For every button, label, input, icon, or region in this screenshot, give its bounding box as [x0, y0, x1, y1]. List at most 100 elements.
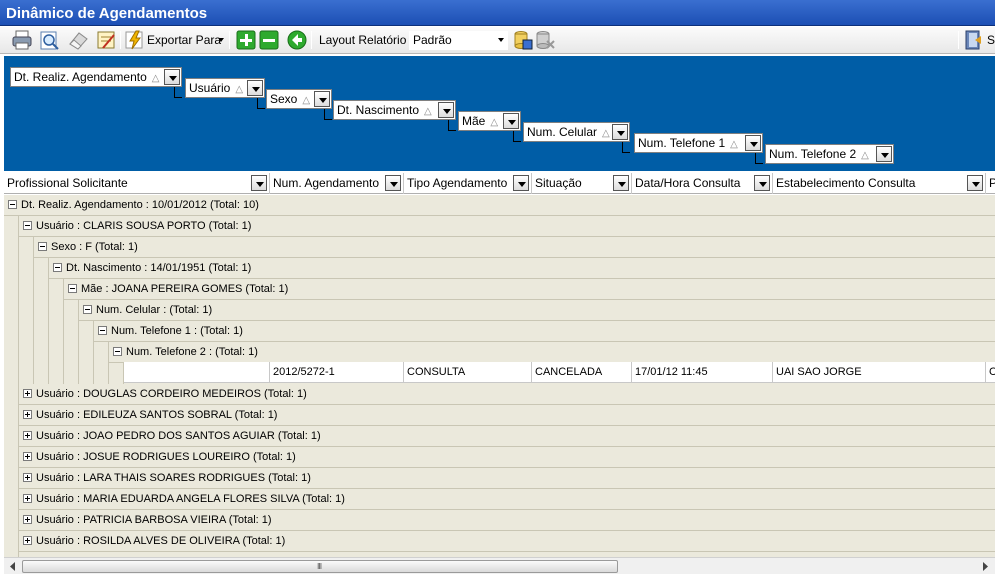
column-tipo-agendamento[interactable]: Tipo Agendamento	[404, 173, 532, 194]
remove-icon[interactable]	[258, 29, 280, 51]
collapse-icon[interactable]	[38, 242, 47, 251]
export-chevron-down-icon[interactable]	[218, 38, 224, 42]
cell-num-agendamento[interactable]: 2012/5272-1	[270, 362, 404, 383]
save-db-icon[interactable]	[512, 29, 534, 51]
cell-extra[interactable]: C	[986, 362, 995, 383]
group-row[interactable]: Mãe : JOANA PEREIRA GOMES (Total: 1)	[64, 279, 995, 300]
cell-situacao[interactable]: CANCELADA	[532, 362, 632, 383]
export-menu-button[interactable]: Exportar Para	[147, 33, 221, 47]
column-num-agendamento[interactable]: Num. Agendamento	[270, 173, 404, 194]
toolbar: Exportar Para Layout Relatório Padrão S	[0, 27, 995, 54]
group-row[interactable]: Usuário : DOUGLAS CORDEIRO MEDEIROS (Tot…	[19, 384, 995, 405]
expand-icon[interactable]	[23, 431, 32, 440]
exit-label[interactable]: S	[987, 33, 995, 47]
group-row[interactable]: Usuário : ROSILDA ALVES DE OLIVEIRA (Tot…	[19, 531, 995, 552]
sort-asc-icon: △	[490, 117, 499, 128]
dropdown-button[interactable]	[438, 102, 454, 118]
group-mae[interactable]: Mãe △	[458, 111, 521, 131]
collapse-icon[interactable]	[98, 326, 107, 335]
group-row[interactable]: Num. Telefone 1 : (Total: 1)	[94, 321, 995, 342]
dropdown-button[interactable]	[503, 113, 519, 129]
filter-dropdown-button[interactable]	[754, 175, 770, 191]
expand-icon[interactable]	[23, 410, 32, 419]
scroll-left-button[interactable]	[5, 559, 21, 574]
group-row[interactable]: Usuário : CLARIS SOUSA PORTO (Total: 1)	[19, 216, 995, 237]
group-dt-realiz-agendamento[interactable]: Dt. Realiz. Agendamento △	[10, 67, 182, 87]
group-row[interactable]: Dt. Nascimento : 14/01/1951 (Total: 1)	[49, 258, 995, 279]
delete-db-icon[interactable]	[534, 29, 556, 51]
group-row[interactable]: Num. Celular : (Total: 1)	[79, 300, 995, 321]
dropdown-button[interactable]	[247, 80, 263, 96]
group-num-celular[interactable]: Num. Celular △	[523, 122, 630, 142]
collapse-icon[interactable]	[53, 263, 62, 272]
group-sexo[interactable]: Sexo △	[266, 89, 332, 109]
add-icon[interactable]	[235, 29, 257, 51]
filter-dropdown-button[interactable]	[251, 175, 267, 191]
scroll-right-button[interactable]	[977, 559, 993, 574]
scrollbar-thumb[interactable]: III	[22, 560, 618, 573]
expand-icon[interactable]	[23, 494, 32, 503]
expand-icon[interactable]	[23, 536, 32, 545]
collapse-icon[interactable]	[83, 305, 92, 314]
preview-icon[interactable]	[38, 29, 60, 51]
group-dt-nascimento[interactable]: Dt. Nascimento △	[333, 100, 456, 120]
printer-icon[interactable]	[11, 29, 33, 51]
cell-tipo[interactable]: CONSULTA	[404, 362, 532, 383]
lightning-icon[interactable]	[124, 29, 146, 51]
group-num-telefone-2[interactable]: Num. Telefone 2 △	[765, 144, 894, 164]
dropdown-button[interactable]	[164, 69, 180, 85]
back-icon[interactable]	[286, 29, 308, 51]
collapse-icon[interactable]	[8, 200, 17, 209]
edit-form-icon[interactable]	[95, 29, 117, 51]
expand-icon[interactable]	[23, 452, 32, 461]
group-row[interactable]: Usuário : MARIA EDUARDA ANGELA FLORES SI…	[19, 489, 995, 510]
sort-asc-icon: △	[861, 150, 869, 161]
dropdown-button[interactable]	[876, 146, 892, 162]
layout-label: Layout Relatório	[319, 33, 407, 47]
table-row[interactable]: 2012/5272-1 CONSULTA CANCELADA 17/01/12 …	[124, 362, 995, 383]
dropdown-button[interactable]	[612, 124, 628, 140]
sort-asc-icon: △	[302, 95, 311, 106]
collapse-icon[interactable]	[113, 347, 122, 356]
group-row[interactable]: Dt. Realiz. Agendamento : 10/01/2012 (To…	[4, 195, 995, 216]
layout-select-value: Padrão	[413, 33, 452, 47]
filter-dropdown-button[interactable]	[967, 175, 983, 191]
group-usuario[interactable]: Usuário △	[185, 78, 265, 98]
exit-icon[interactable]	[963, 29, 985, 51]
sort-asc-icon: △	[424, 106, 432, 117]
horizontal-scrollbar[interactable]: III	[4, 557, 995, 574]
group-row[interactable]: Num. Telefone 2 : (Total: 1)	[109, 342, 995, 363]
dropdown-button[interactable]	[314, 91, 330, 107]
eraser-icon[interactable]	[67, 29, 89, 51]
group-row[interactable]: Usuário : LARA THAIS SOARES RODRIGUES (T…	[19, 468, 995, 489]
group-by-panel: Dt. Realiz. Agendamento △ Usuário △ Sexo △ …	[4, 56, 995, 171]
filter-dropdown-button[interactable]	[513, 175, 529, 191]
cell-data-hora[interactable]: 17/01/12 11:45	[632, 362, 773, 383]
scrollbar-grip: III	[317, 562, 322, 571]
column-data-hora-consulta[interactable]: Data/Hora Consulta	[632, 173, 773, 194]
collapse-icon[interactable]	[68, 284, 77, 293]
group-row[interactable]: Sexo : F (Total: 1)	[34, 237, 995, 258]
group-row[interactable]: Usuário : PATRICIA BARBOSA VIEIRA (Total…	[19, 510, 995, 531]
layout-select[interactable]: Padrão	[409, 31, 508, 50]
dropdown-button[interactable]	[745, 135, 761, 151]
sort-asc-icon: △	[602, 128, 610, 139]
cell-estabelecimento[interactable]: UAI SAO JORGE	[773, 362, 986, 383]
title-bar: Dinâmico de Agendamentos	[0, 0, 995, 26]
group-num-telefone-1[interactable]: Num. Telefone 1 △	[634, 133, 763, 153]
column-next[interactable]: P	[986, 173, 995, 194]
cell-profissional[interactable]	[124, 362, 270, 383]
filter-dropdown-button[interactable]	[385, 175, 401, 191]
collapse-icon[interactable]	[23, 221, 32, 230]
column-estabelecimento-consulta[interactable]: Estabelecimento Consulta	[773, 173, 986, 194]
group-row[interactable]: Usuário : JOSUE RODRIGUES LOUREIRO (Tota…	[19, 447, 995, 468]
expand-icon[interactable]	[23, 389, 32, 398]
column-profissional-solicitante[interactable]: Profissional Solicitante	[4, 173, 270, 194]
expand-icon[interactable]	[23, 515, 32, 524]
group-row[interactable]: Usuário : EDILEUZA SANTOS SOBRAL (Total:…	[19, 405, 995, 426]
sort-asc-icon: △	[235, 84, 244, 95]
group-row[interactable]: Usuário : JOAO PEDRO DOS SANTOS AGUIAR (…	[19, 426, 995, 447]
filter-dropdown-button[interactable]	[613, 175, 629, 191]
expand-icon[interactable]	[23, 473, 32, 482]
column-situacao[interactable]: Situação	[532, 173, 632, 194]
